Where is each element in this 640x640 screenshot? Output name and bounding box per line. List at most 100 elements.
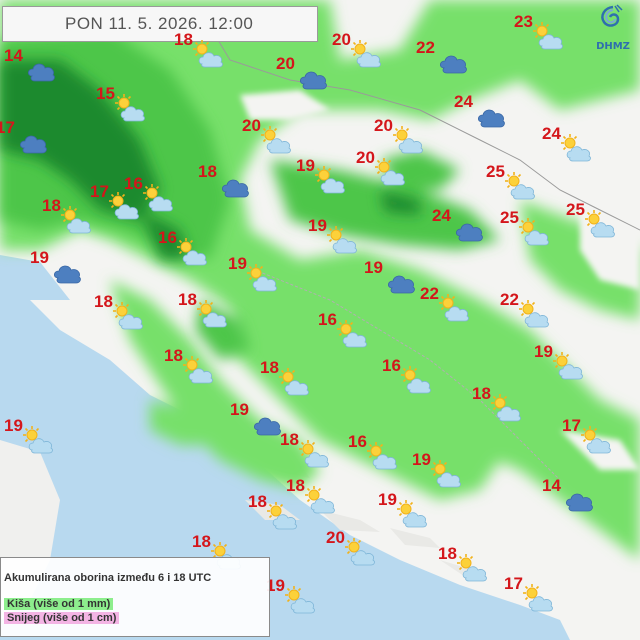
station-marker: 20 [276,54,327,90]
station-marker: 19 [296,156,345,194]
sun-behind-cloud-icon [110,92,152,126]
cloud-icon [378,266,420,300]
station-marker: 19 [534,342,583,380]
sun-behind-cloud-icon [370,156,412,190]
sun-behind-cloud-icon [556,132,598,166]
station-marker: 20 [326,528,375,566]
datetime-label: PON 11. 5. 2026. 12:00 [65,14,254,33]
station-marker: 17 [90,182,139,220]
station-marker: 16 [318,310,367,348]
cloud-icon [556,484,598,518]
station-marker: 17 [0,118,47,154]
cloud-icon [212,170,254,204]
cloud-icon [10,126,52,160]
sun-behind-cloud-icon [332,318,374,352]
station-marker: 20 [332,30,381,68]
station-marker: 23 [514,12,563,50]
sun-behind-cloud-icon [18,424,60,458]
station-marker: 18 [472,384,521,422]
logo-text: DHMZ [596,41,630,52]
sun-behind-cloud-icon [362,440,404,474]
station-marker: 18 [260,358,309,396]
weather-map: PON 11. 5. 2026. 12:00 DHMZ 18 20 22 23 14 20… [0,0,640,640]
station-marker: 18 [94,292,143,330]
sun-behind-cloud-icon [434,292,476,326]
station-marker: 18 [174,30,223,68]
datetime-header: PON 11. 5. 2026. 12:00 [2,6,318,42]
sun-behind-cloud-icon [486,392,528,426]
station-marker: 19 [230,400,281,436]
station-marker: 19 [378,490,427,528]
cloud-icon [430,46,472,80]
station-marker: 24 [542,124,591,162]
sun-behind-cloud-icon [300,484,342,518]
sun-behind-cloud-icon [548,350,590,384]
sun-behind-cloud-icon [310,164,352,198]
sun-behind-cloud-icon [340,536,382,570]
cloud-icon [44,256,86,290]
sun-behind-cloud-icon [294,438,336,472]
station-marker: 25 [500,208,549,246]
station-marker: 20 [374,116,423,154]
station-marker: 22 [420,284,469,322]
sun-behind-cloud-icon [172,236,214,270]
sun-behind-cloud-icon [452,552,494,586]
station-marker: 20 [242,116,291,154]
station-marker: 16 [158,228,207,266]
station-marker: 17 [504,574,553,612]
swirl-logo-icon [601,4,623,27]
sun-behind-cloud-icon [192,298,234,332]
station-marker: 20 [356,148,405,186]
sun-behind-cloud-icon [56,204,98,238]
station-marker: 16 [348,432,397,470]
station-marker: 19 [412,450,461,488]
sun-behind-cloud-icon [138,182,180,216]
station-marker: 18 [164,346,213,384]
station-marker: 25 [486,162,535,200]
station-marker: 19 [266,576,315,614]
sun-behind-cloud-icon [528,20,570,54]
sun-behind-cloud-icon [274,366,316,400]
sun-behind-cloud-icon [262,500,304,534]
station-marker: 19 [364,258,415,294]
station-marker: 18 [42,196,91,234]
station-marker: 17 [562,416,611,454]
station-marker: 14 [4,46,55,82]
sun-behind-cloud-icon [396,364,438,398]
cloud-icon [468,100,510,134]
station-marker: 16 [124,174,173,212]
sun-behind-cloud-icon [576,424,618,458]
cloud-icon [18,54,60,88]
station-marker: 22 [500,290,549,328]
cloud-icon [290,62,332,96]
legend-rain: Kiša (više od 1 mm) [4,598,114,610]
sun-behind-cloud-icon [178,354,220,388]
station-marker: 22 [416,38,467,74]
sun-behind-cloud-icon [388,124,430,158]
station-marker: 19 [30,248,81,284]
sun-behind-cloud-icon [256,124,298,158]
station-marker: 19 [4,416,53,454]
station-marker: 18 [248,492,297,530]
sun-behind-cloud-icon [580,208,622,242]
station-marker: 15 [96,84,145,122]
legend-snow: Snijeg (više od 1 cm) [4,612,120,624]
station-marker: 19 [228,254,277,292]
sun-behind-cloud-icon [392,498,434,532]
precipitation-legend: Akumulirana oborina između 6 i 18 UTC Ki… [0,557,270,637]
station-marker: 14 [542,476,593,512]
sun-behind-cloud-icon [188,38,230,72]
cloud-icon [446,214,488,248]
legend-title: Akumulirana oborina između 6 i 18 UTC [4,572,212,584]
station-marker: 24 [454,92,505,128]
sun-behind-cloud-icon [108,300,150,334]
station-marker: 19 [308,216,357,254]
sun-behind-cloud-icon [426,458,468,492]
station-marker: 18 [178,290,227,328]
sun-behind-cloud-icon [346,38,388,72]
sun-behind-cloud-icon [518,582,560,616]
sun-behind-cloud-icon [242,262,284,296]
station-marker: 16 [382,356,431,394]
station-marker: 25 [566,200,615,238]
station-marker: 24 [432,206,483,242]
